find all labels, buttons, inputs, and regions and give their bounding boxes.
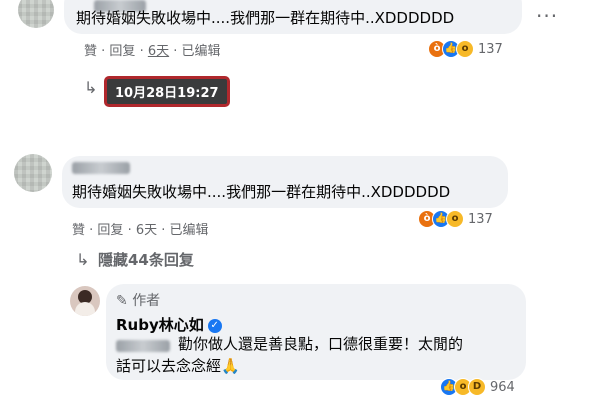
reply-arrow-icon: ↳	[84, 78, 98, 97]
reaction-summary[interactable]: ò 👍 o 137	[428, 40, 503, 58]
comment-actions: 贊 · 回复 · 6天 · 已编辑	[72, 223, 209, 238]
reaction-summary[interactable]: ò 👍 o 137	[418, 210, 493, 228]
edited-label: 已编辑	[181, 44, 221, 59]
reaction-summary[interactable]: 👍 o D 964	[440, 378, 515, 396]
reply-arrow-icon: ↳	[76, 250, 90, 269]
reply-button[interactable]: 回复	[109, 44, 135, 59]
commenter-avatar[interactable]	[18, 0, 54, 28]
timestamp-tooltip: 10月28日19:27	[104, 76, 230, 107]
commenter-avatar[interactable]	[14, 154, 52, 192]
reply-bubble: ✎ 作者 Ruby林心如 ✓ 勸你做人還是善良點，口德很重要！太閒的 話可以去念念…	[106, 284, 526, 380]
wow-reaction-icon: o	[456, 40, 474, 58]
comment-bubble: 期待婚姻失敗收場中....我們那一群在期待中..XDDDDDD	[64, 0, 522, 34]
verified-badge-icon: ✓	[207, 318, 222, 333]
reaction-count: 137	[478, 41, 503, 57]
more-options-icon[interactable]: ···	[536, 4, 558, 28]
reaction-count: 137	[468, 211, 493, 227]
like-button[interactable]: 贊	[84, 44, 97, 59]
author-avatar[interactable]	[70, 286, 100, 316]
comment-bubble: 期待婚姻失敗收場中....我們那一群在期待中..XDDDDDD	[62, 156, 508, 208]
comment-text: 期待婚姻失敗收場中....我們那一群在期待中..XDDDDDD	[76, 9, 455, 27]
hide-replies-link[interactable]: 隱藏44条回复	[98, 249, 194, 270]
comment-age[interactable]: 6天	[148, 44, 169, 59]
comment-age[interactable]: 6天	[136, 223, 157, 238]
reply-text-line1: 勸你做人還是善良點，口德很重要！太閒的	[178, 335, 464, 353]
reply-author-name[interactable]: Ruby林心如 ✓	[116, 314, 222, 335]
like-button[interactable]: 贊	[72, 223, 85, 238]
reaction-count: 964	[490, 379, 515, 395]
commenter-name-redacted[interactable]	[72, 162, 130, 174]
edited-label: 已编辑	[169, 223, 209, 238]
author-tag: ✎ 作者	[116, 293, 161, 309]
mentioned-name-redacted[interactable]	[116, 340, 170, 352]
haha-reaction-icon: D	[468, 378, 486, 396]
reply-text-line2: 話可以去念念經🙏	[116, 357, 240, 375]
pray-emoji-icon: 🙏	[221, 357, 240, 375]
reply-button[interactable]: 回复	[97, 223, 123, 238]
comment-text: 期待婚姻失敗收場中....我們那一群在期待中..XDDDDDD	[72, 183, 451, 201]
pen-icon: ✎	[116, 293, 128, 309]
comment-actions: 贊 · 回复 · 6天 · 已编辑	[84, 44, 221, 59]
wow-reaction-icon: o	[446, 210, 464, 228]
